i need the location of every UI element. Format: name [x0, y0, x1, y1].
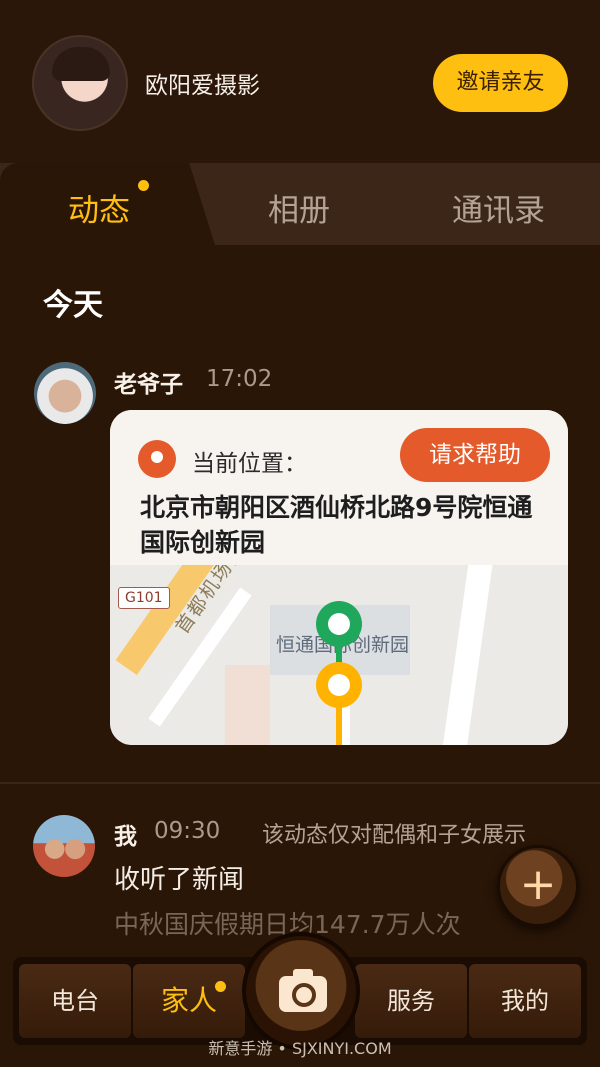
- post-time: 09:30: [154, 818, 221, 844]
- location-pin-icon: [138, 440, 176, 478]
- location-map[interactable]: G101 首都机场高速 恒通国际创新园: [110, 565, 568, 745]
- request-help-button[interactable]: 请求帮助: [400, 428, 550, 482]
- visibility-note: 该动态仅对配偶和子女展示: [262, 823, 527, 848]
- post-author-avatar[interactable]: [33, 815, 95, 877]
- camera-icon: [279, 969, 327, 1012]
- nav-services[interactable]: 服务: [355, 964, 467, 1038]
- location-card[interactable]: 当前位置： 请求帮助 北京市朝阳区酒仙桥北路9号院恒通国际创新园 G101 首都…: [110, 410, 568, 745]
- location-card-header: 当前位置： 请求帮助 北京市朝阳区酒仙桥北路9号院恒通国际创新园: [110, 410, 568, 565]
- nav-notification-dot: [215, 981, 226, 992]
- add-post-button[interactable]: +: [497, 845, 579, 927]
- location-address: 北京市朝阳区酒仙桥北路9号院恒通国际创新园: [140, 493, 533, 557]
- nav-mine[interactable]: 我的: [469, 964, 581, 1038]
- post-author-avatar[interactable]: [34, 362, 96, 424]
- location-label: 当前位置：: [192, 451, 307, 477]
- nav-family[interactable]: 家人: [133, 964, 245, 1038]
- profile-header: 欧阳爱摄影 邀请亲友: [0, 0, 600, 165]
- tab-album[interactable]: 相册: [268, 185, 330, 230]
- tab-notification-dot: [138, 180, 149, 191]
- username: 欧阳爱摄影: [145, 73, 260, 99]
- map-building: [225, 665, 270, 745]
- map-marker-current-icon: [316, 662, 362, 708]
- camera-button[interactable]: [242, 932, 360, 1050]
- watermark: 新意手游 • SJXINYI.COM: [208, 1039, 392, 1058]
- post-text: 收听了新闻: [114, 865, 245, 895]
- map-road-tag: G101: [118, 587, 170, 609]
- tab-feed[interactable]: 动态: [68, 185, 130, 230]
- post-author-name: 我: [114, 824, 137, 850]
- marker-stem: [336, 707, 342, 745]
- post-author-name: 老爷子: [114, 372, 183, 398]
- feed: 今天 老爷子 17:02 当前位置： 请求帮助 北京市朝阳区酒仙桥北路9号院恒通…: [0, 245, 600, 945]
- map-marker-start-icon: [316, 601, 362, 647]
- map-road: [441, 565, 493, 745]
- post-time: 17:02: [206, 366, 273, 392]
- nav-radio[interactable]: 电台: [19, 964, 131, 1038]
- invite-friends-button[interactable]: 邀请亲友: [433, 54, 568, 112]
- tab-contacts[interactable]: 通讯录: [452, 185, 545, 230]
- user-avatar[interactable]: [32, 35, 128, 131]
- plus-icon: +: [519, 859, 557, 910]
- divider: [0, 782, 600, 784]
- tab-bar: 动态 相册 通讯录: [0, 163, 600, 245]
- section-title: 今天: [43, 288, 103, 323]
